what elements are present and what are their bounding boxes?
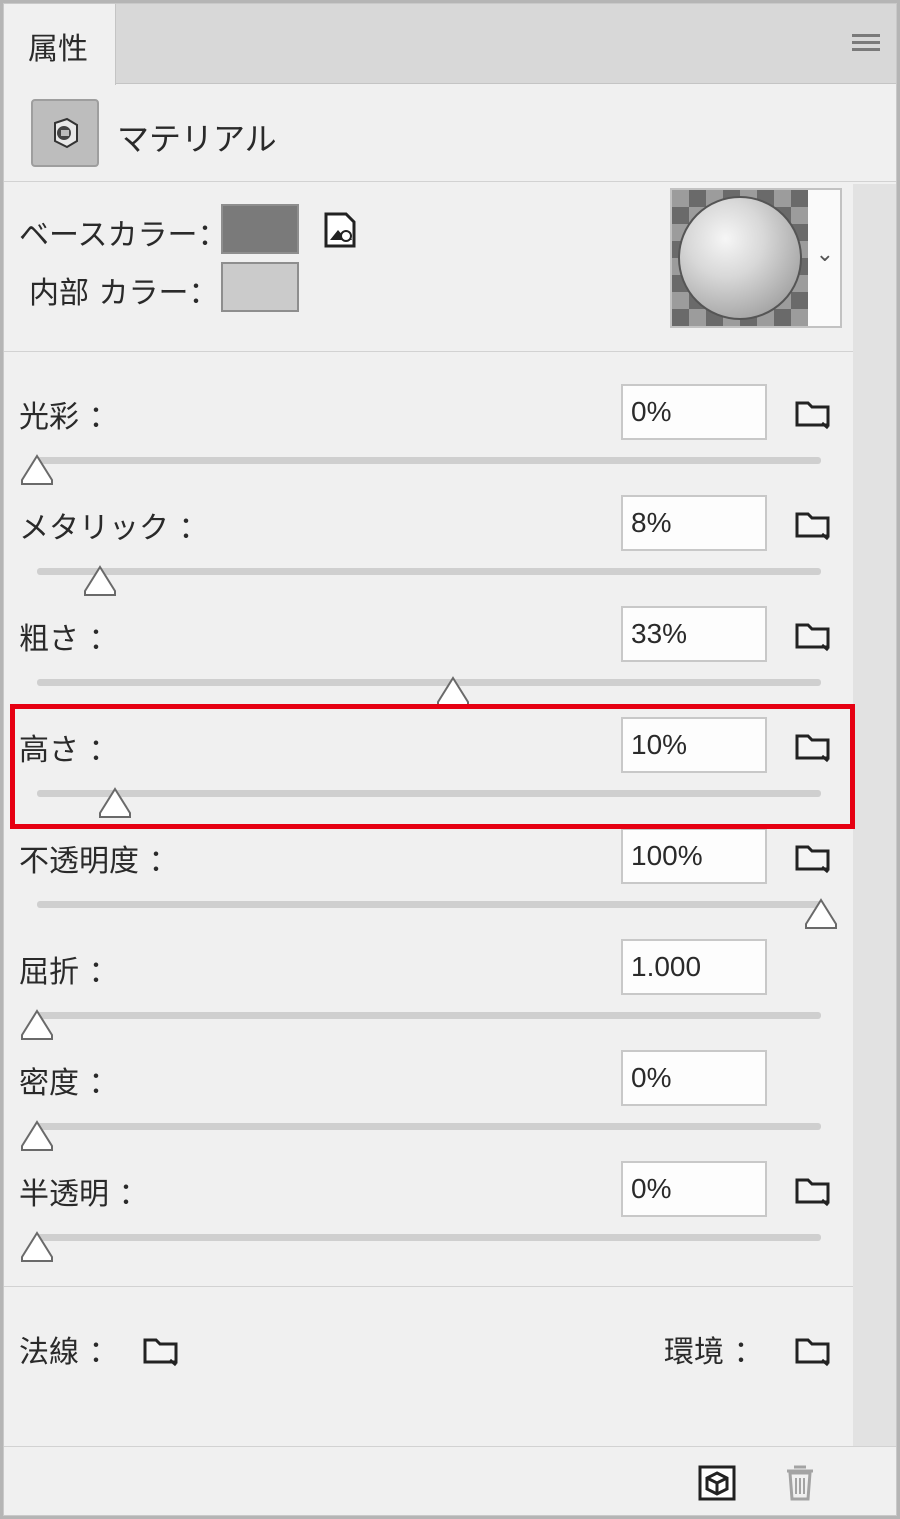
slider-track[interactable]: [37, 901, 821, 908]
base-color-label: ベースカラー：: [19, 218, 228, 253]
slider-thumb[interactable]: [20, 1009, 54, 1041]
property-value-field[interactable]: 33%: [621, 606, 767, 662]
panel-menu-icon[interactable]: [852, 34, 880, 56]
color-section: ベースカラー： 内部 カラー： ⌄: [4, 184, 853, 352]
property-row: 粗さ ： 33%: [4, 606, 853, 717]
highlight-box: [10, 704, 855, 829]
property-row: 光彩 ： 0%: [4, 384, 853, 495]
panel-footer: [4, 1446, 896, 1515]
folder-icon[interactable]: [794, 509, 832, 541]
chevron-down-icon[interactable]: ⌄: [816, 242, 834, 267]
folder-icon[interactable]: [794, 398, 832, 430]
property-label: 不透明度 ：: [19, 844, 179, 879]
slider-thumb[interactable]: [20, 454, 54, 486]
slider-track[interactable]: [37, 1234, 821, 1241]
property-label: 光彩 ：: [19, 400, 119, 435]
slider-thumb[interactable]: [20, 1231, 54, 1263]
slider-track[interactable]: [37, 457, 821, 464]
new-material-icon[interactable]: [698, 1465, 736, 1501]
property-label: 粗さ ：: [19, 622, 119, 657]
property-label: メタリック ：: [19, 511, 209, 546]
folder-icon[interactable]: [794, 1175, 832, 1207]
slider-track[interactable]: [37, 1123, 821, 1130]
sphere-preview-icon: [678, 196, 802, 320]
slider-thumb[interactable]: [83, 565, 117, 597]
material-button[interactable]: [31, 99, 99, 167]
slider-thumb[interactable]: [20, 1120, 54, 1152]
property-row: 半透明 ： 0%: [4, 1161, 853, 1272]
property-value-field[interactable]: 1.000: [621, 939, 767, 995]
trash-icon[interactable]: [784, 1463, 816, 1501]
folder-icon[interactable]: [794, 1335, 832, 1367]
property-row: メタリック ： 8%: [4, 495, 853, 606]
tab-properties[interactable]: 属性: [4, 4, 116, 85]
material-header: マテリアル: [4, 86, 896, 182]
panel-tab-bar: 属性: [4, 4, 896, 85]
slider-track[interactable]: [37, 1012, 821, 1019]
properties-panel: 属性 マテリアル ベースカラー： 内部 カラー： ⌄ 光彩 ： 0% メタリック…: [3, 3, 897, 1516]
property-value-field[interactable]: 8%: [621, 495, 767, 551]
property-value-field[interactable]: 100%: [621, 828, 767, 884]
property-row: 密度 ： 0%: [4, 1050, 853, 1161]
texture-edit-icon[interactable]: [322, 212, 360, 250]
normal-label: 法線 ：: [19, 1335, 119, 1370]
material-preview-picker[interactable]: ⌄: [670, 188, 842, 328]
property-label: 屈折 ：: [19, 955, 119, 990]
property-label: 密度 ：: [19, 1066, 119, 1101]
material-title: マテリアル: [117, 120, 277, 158]
property-row: 屈折 ： 1.000: [4, 939, 853, 1050]
inner-color-label: 内部 カラー：: [29, 276, 219, 311]
base-color-swatch[interactable]: [221, 204, 299, 254]
property-label: 半透明 ：: [19, 1177, 149, 1212]
folder-icon[interactable]: [142, 1335, 180, 1367]
property-value-field[interactable]: 0%: [621, 384, 767, 440]
material-icon: [54, 117, 78, 149]
slider-track[interactable]: [37, 568, 821, 575]
map-section: 法線 ： 環境 ：: [4, 1286, 853, 1446]
folder-icon[interactable]: [794, 842, 832, 874]
folder-icon[interactable]: [794, 620, 832, 652]
scrollbar[interactable]: [853, 184, 896, 1446]
environment-label: 環境 ：: [664, 1335, 764, 1370]
inner-color-swatch[interactable]: [221, 262, 299, 312]
property-value-field[interactable]: 0%: [621, 1161, 767, 1217]
property-row: 不透明度 ： 100%: [4, 828, 853, 939]
slider-track[interactable]: [37, 679, 821, 686]
material-preview: [672, 190, 808, 326]
slider-thumb[interactable]: [804, 898, 838, 930]
property-value-field[interactable]: 0%: [621, 1050, 767, 1106]
